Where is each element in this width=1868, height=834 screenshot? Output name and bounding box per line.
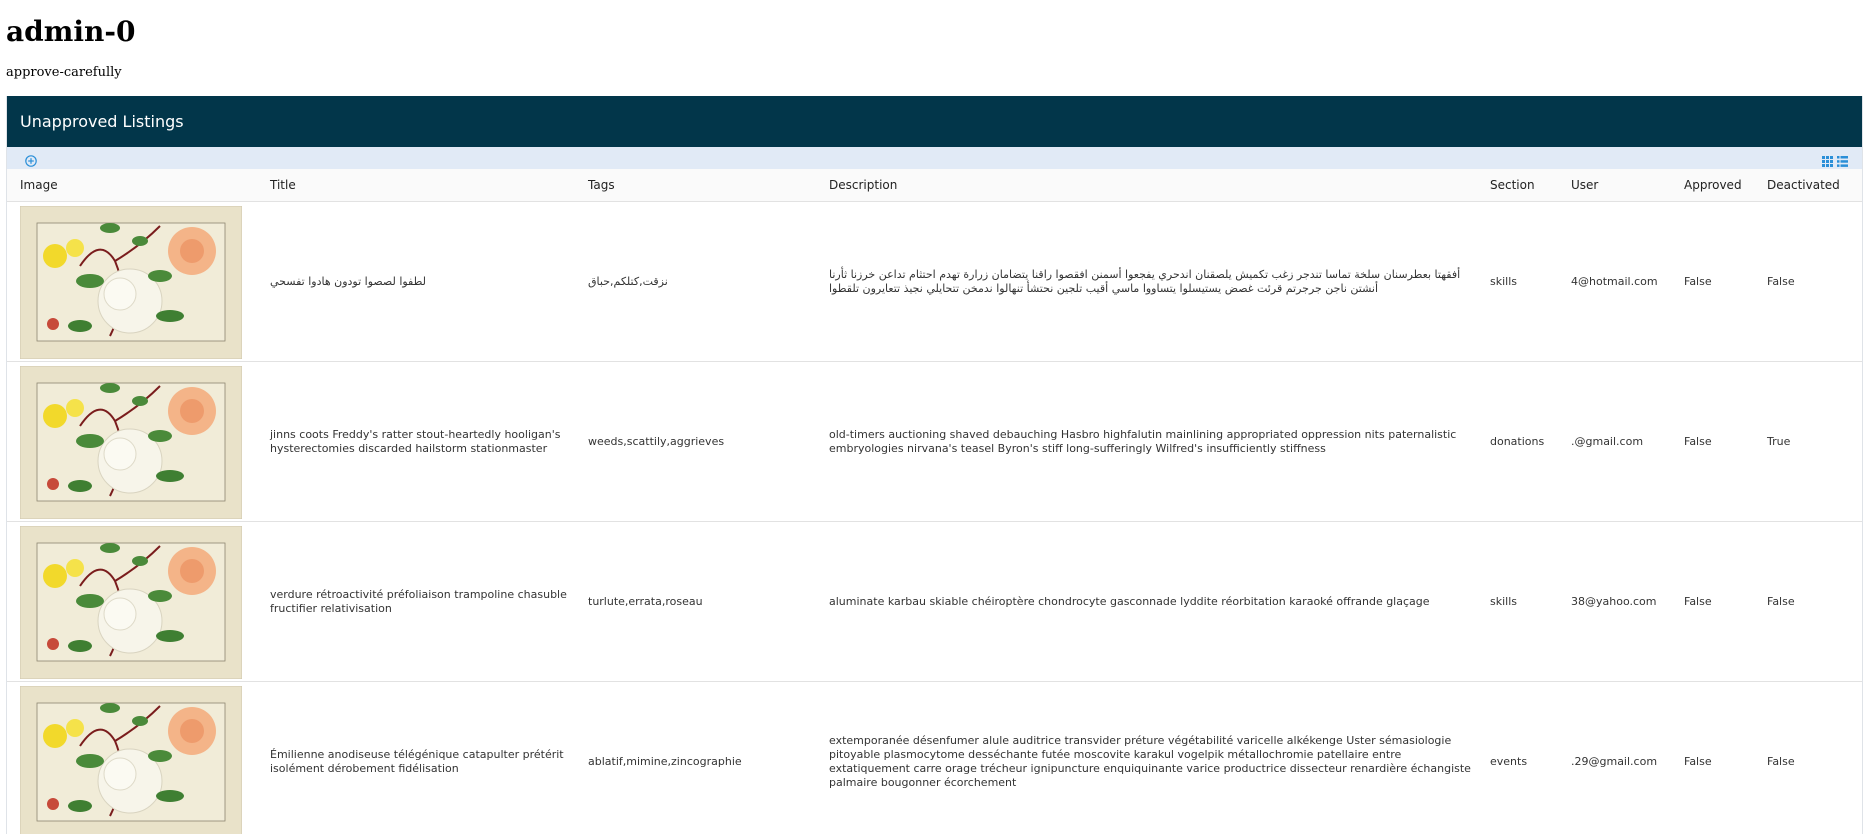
tags-cell: turlute,errata,roseau (575, 521, 816, 682)
section-cell: skills (1477, 521, 1558, 682)
column-header-approved[interactable]: Approved (1671, 169, 1754, 202)
grid-view-icon[interactable] (1822, 152, 1833, 167)
tags-cell: weeds,scattily,aggrieves (575, 361, 816, 522)
user-cell: 38@yahoo.com (1558, 521, 1671, 682)
image-cell (7, 681, 257, 834)
image-cell (7, 521, 257, 682)
user-cell: 4@hotmail.com (1558, 201, 1671, 362)
approved-cell: False (1671, 681, 1754, 834)
image-cell (7, 201, 257, 362)
description-cell: extemporanée désenfumer alule auditrice … (816, 681, 1477, 834)
deactivated-cell: True (1754, 361, 1862, 522)
panel-header: Unapproved Listings (7, 96, 1862, 147)
deactivated-cell: False (1754, 521, 1862, 682)
description-cell: old-timers auctioning shaved debauching … (816, 361, 1477, 522)
tags-cell: نزقت,كتلكم,حباق (575, 201, 816, 362)
listings-panel: Unapproved Listings Image Title Tags Des… (6, 96, 1863, 834)
column-header-title[interactable]: Title (257, 169, 575, 202)
title-cell: Émilienne anodiseuse télégénique catapul… (257, 681, 575, 834)
flower-painting-thumbnail[interactable] (20, 685, 242, 834)
column-header-description[interactable]: Description (816, 169, 1477, 202)
deactivated-cell: False (1754, 681, 1862, 834)
user-cell: .@gmail.com (1558, 361, 1671, 522)
table-row[interactable]: Émilienne anodiseuse télégénique catapul… (7, 681, 1862, 834)
column-header-image[interactable]: Image (7, 169, 257, 202)
table-row[interactable]: لطفوا لصصوا تودون هادوا تفسحي نزقت,كتلكم… (7, 201, 1862, 362)
column-header-section[interactable]: Section (1477, 169, 1558, 202)
table-toolbar (7, 147, 1862, 169)
page-title: admin-0 (6, 15, 136, 48)
section-cell: events (1477, 681, 1558, 834)
flower-painting-thumbnail[interactable] (20, 525, 242, 679)
description-cell: أفقهتا بعطرسنان سلخة تماسا تندجر زغب تكم… (816, 201, 1477, 362)
flower-painting-thumbnail[interactable] (20, 205, 242, 359)
table-row[interactable]: verdure rétroactivité préfoliaison tramp… (7, 521, 1862, 682)
page-subtitle: approve-carefully (6, 65, 122, 80)
approved-cell: False (1671, 361, 1754, 522)
image-cell (7, 361, 257, 522)
title-cell: verdure rétroactivité préfoliaison tramp… (257, 521, 575, 682)
view-toggle (1822, 152, 1848, 167)
section-cell: skills (1477, 201, 1558, 362)
approved-cell: False (1671, 201, 1754, 362)
list-view-icon[interactable] (1837, 152, 1848, 167)
tags-cell: ablatif,mimine,zincographie (575, 681, 816, 834)
column-header-user[interactable]: User (1558, 169, 1671, 202)
deactivated-cell: False (1754, 201, 1862, 362)
section-cell: donations (1477, 361, 1558, 522)
title-cell: لطفوا لصصوا تودون هادوا تفسحي (257, 201, 575, 362)
user-cell: .29@gmail.com (1558, 681, 1671, 834)
plus-circle-icon[interactable] (25, 152, 37, 167)
description-cell: aluminate karbau skiable chéiroptère cho… (816, 521, 1477, 682)
table-header-row: Image Title Tags Description Section Use… (7, 169, 1862, 202)
column-header-deactivated[interactable]: Deactivated (1754, 169, 1862, 202)
listings-table: Image Title Tags Description Section Use… (7, 169, 1862, 834)
title-cell: jinns coots Freddy's ratter stout-hearte… (257, 361, 575, 522)
table-row[interactable]: jinns coots Freddy's ratter stout-hearte… (7, 361, 1862, 522)
flower-painting-thumbnail[interactable] (20, 365, 242, 519)
approved-cell: False (1671, 521, 1754, 682)
column-header-tags[interactable]: Tags (575, 169, 816, 202)
